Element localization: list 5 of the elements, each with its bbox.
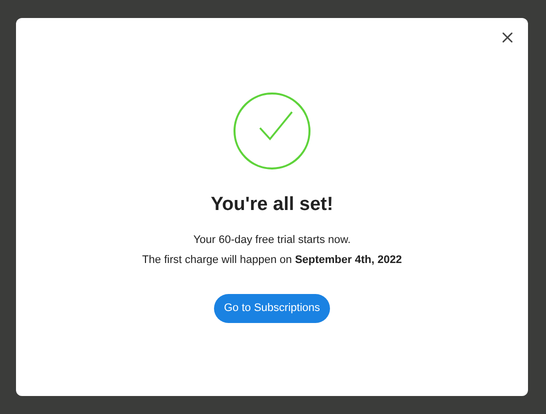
message-text: Your 60-day free trial starts now. xyxy=(193,233,351,247)
go-to-subscriptions-button[interactable]: Go to Subscriptions xyxy=(214,294,330,323)
message-text: The first charge will happen on September 4th, 2022 xyxy=(142,253,402,267)
dialog-title: You're all set! xyxy=(210,193,334,217)
checkmark-circle-icon xyxy=(233,92,311,170)
